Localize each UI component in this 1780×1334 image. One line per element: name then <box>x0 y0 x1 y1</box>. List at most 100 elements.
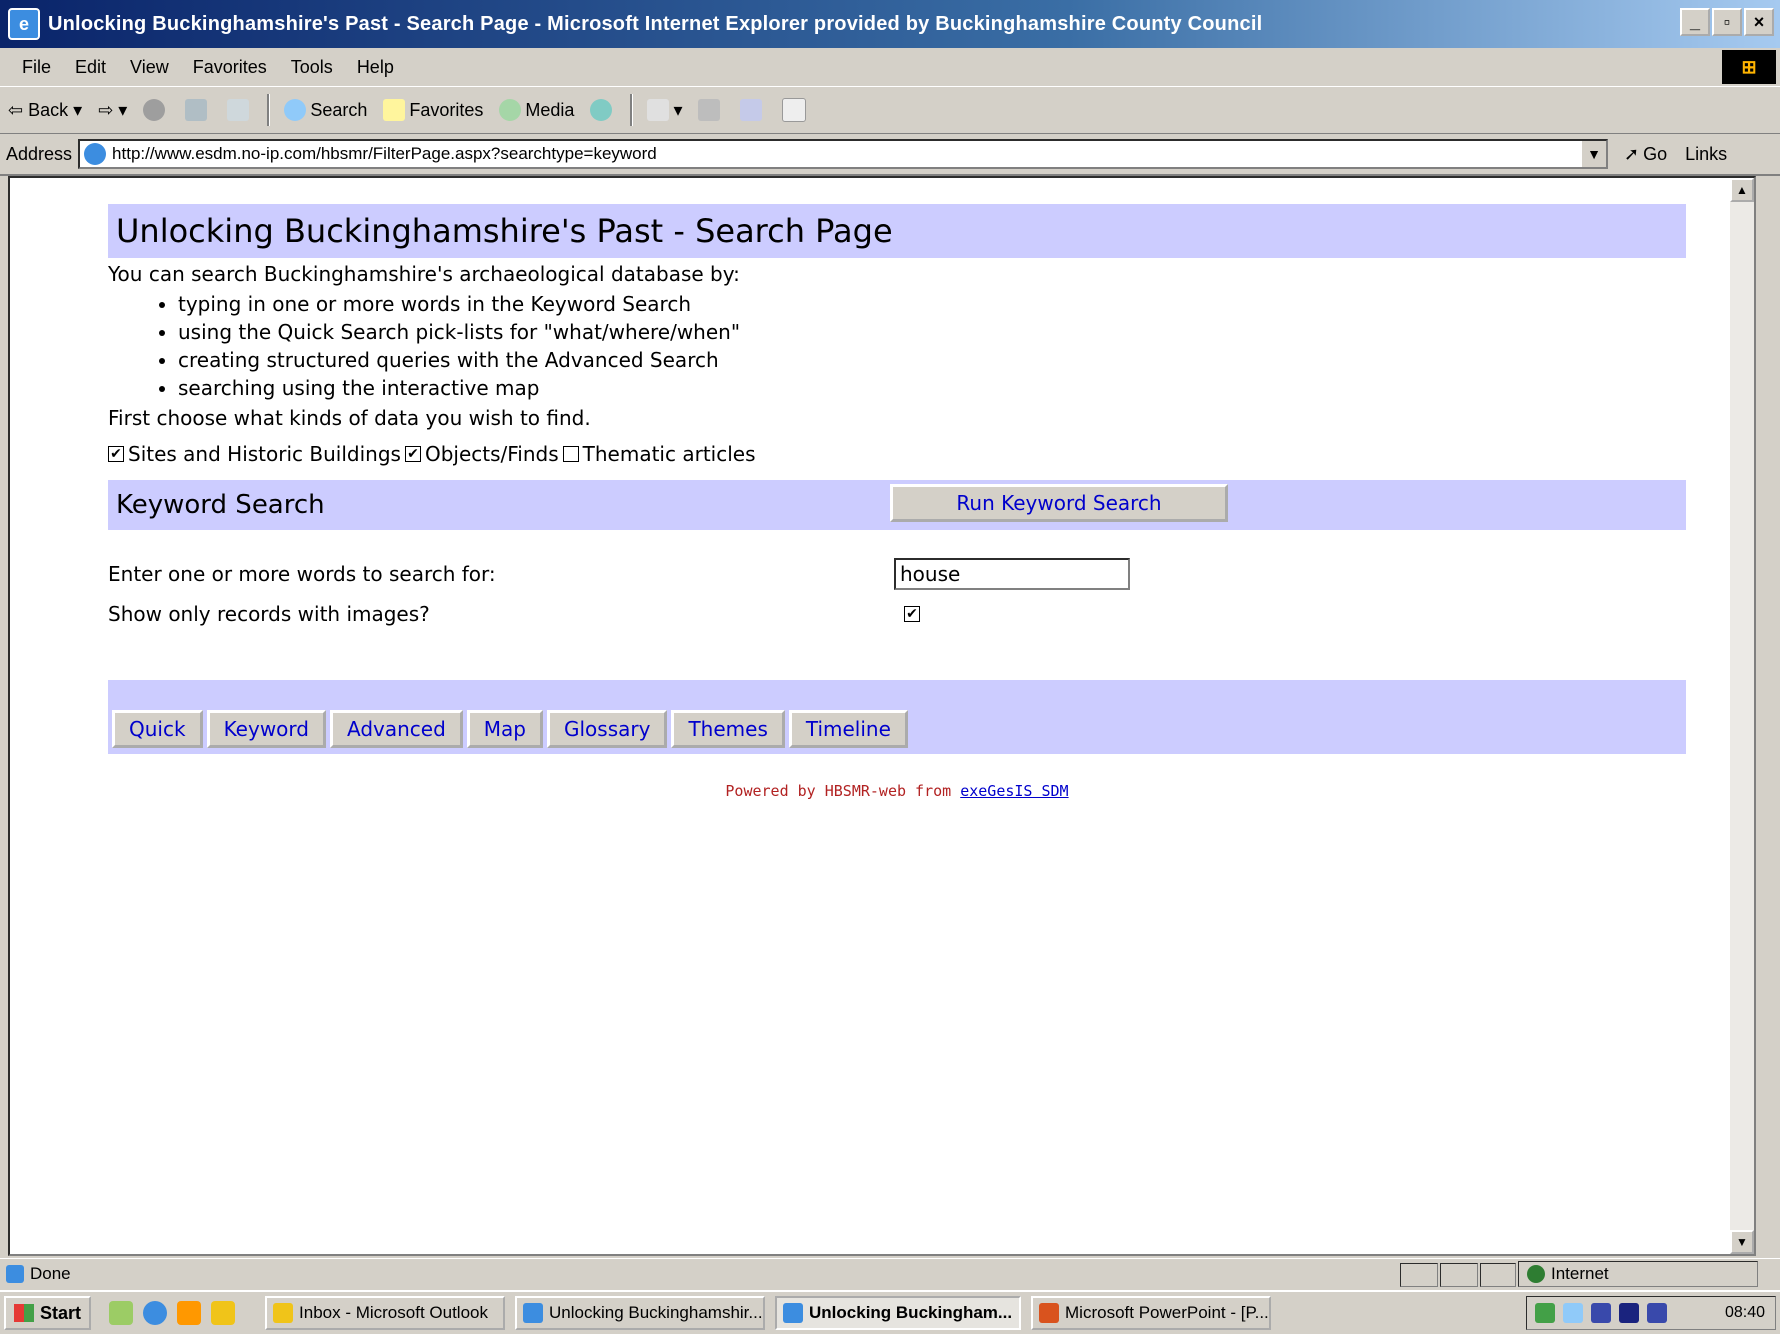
history-button[interactable] <box>582 99 624 121</box>
menu-favorites[interactable]: Favorites <box>181 57 279 78</box>
go-label: Go <box>1643 143 1668 164</box>
zone-label: Internet <box>1551 1264 1609 1283</box>
back-button[interactable]: ⇦ Back ▾ <box>0 100 90 121</box>
nav-timeline-button[interactable]: Timeline <box>788 710 908 748</box>
refresh-icon <box>185 99 208 121</box>
window-title: Unlocking Buckinghamshire's Past - Searc… <box>48 12 1263 35</box>
images-only-checkbox[interactable]: ✔ <box>904 606 920 622</box>
menu-view[interactable]: View <box>118 57 181 78</box>
objects-label: Objects/Finds <box>424 442 559 466</box>
network-icon[interactable] <box>1563 1303 1583 1323</box>
start-button[interactable]: Start <box>4 1296 92 1330</box>
ie-icon <box>523 1303 544 1323</box>
address-field[interactable]: http://www.esdm.no-ip.com/hbsmr/FilterPa… <box>78 139 1609 169</box>
outlook-icon <box>273 1303 294 1323</box>
media-icon <box>499 99 522 121</box>
sites-checkbox[interactable]: ✔ <box>108 446 124 462</box>
stop-icon <box>143 99 166 121</box>
thematic-label: Thematic articles <box>582 442 756 466</box>
keyword-input[interactable] <box>894 558 1130 590</box>
clock: 08:40 <box>1724 1304 1765 1321</box>
nav-themes-button[interactable]: Themes <box>671 710 785 748</box>
mail-button[interactable]: ▾ <box>639 99 690 121</box>
search-icon <box>284 99 307 121</box>
keyword-search-header: Keyword Search Run Keyword Search <box>108 480 1686 530</box>
toolbar-separator <box>267 94 271 126</box>
security-zone: Internet <box>1518 1261 1758 1287</box>
menu-help[interactable]: Help <box>345 57 406 78</box>
show-desktop-icon[interactable] <box>109 1301 134 1325</box>
go-button[interactable]: ➚ Go <box>1624 144 1667 165</box>
list-item: creating structured queries with the Adv… <box>178 346 1686 374</box>
nav-glossary-button[interactable]: Glossary <box>547 710 668 748</box>
forward-button[interactable]: ⇨ ▾ <box>90 100 135 121</box>
media-button[interactable]: Media <box>491 99 582 121</box>
task-ie-2-active[interactable]: Unlocking Buckingham... <box>775 1296 1022 1330</box>
favorites-button[interactable]: Favorites <box>375 99 491 121</box>
run-keyword-search-button[interactable]: Run Keyword Search <box>890 484 1228 522</box>
keyword-label: Enter one or more words to search for: <box>108 562 496 586</box>
page-content: Unlocking Buckinghamshire's Past - Searc… <box>108 204 1686 800</box>
nav-keyword-button[interactable]: Keyword <box>206 710 326 748</box>
edit-button[interactable] <box>732 99 774 121</box>
search-button[interactable]: Search <box>276 99 375 121</box>
powered-by-footer: Powered by HBSMR-web from exeGesIS SDM <box>108 782 1686 800</box>
thematic-checkbox[interactable] <box>562 446 579 462</box>
sites-label: Sites and Historic Buildings <box>128 442 401 466</box>
menu-edit[interactable]: Edit <box>63 57 118 78</box>
ie-icon: e <box>8 8 40 40</box>
task-label: Unlocking Buckinghamshir... <box>549 1303 763 1322</box>
toolbar-separator <box>630 94 634 126</box>
shield-icon[interactable] <box>1591 1303 1611 1323</box>
nav-map-button[interactable]: Map <box>466 710 543 748</box>
task-label: Unlocking Buckingham... <box>809 1303 1013 1322</box>
menu-file[interactable]: File <box>0 57 63 78</box>
list-item: typing in one or more words in the Keywo… <box>178 290 1686 318</box>
home-button[interactable] <box>219 99 261 121</box>
scroll-up-arrow-icon[interactable]: ▲ <box>1730 178 1754 202</box>
quick-launch <box>109 1301 236 1325</box>
favorites-icon <box>383 99 406 121</box>
ie-quicklaunch-icon[interactable] <box>143 1301 168 1325</box>
outlook-quicklaunch-icon[interactable] <box>211 1301 236 1325</box>
menu-tools[interactable]: Tools <box>279 57 345 78</box>
browser-toolbar: ⇦ Back ▾ ⇨ ▾ Search Favorites Media ▾ <box>0 87 1780 134</box>
exegesis-link[interactable]: exeGesIS SDM <box>960 782 1068 800</box>
task-ie-1[interactable]: Unlocking Buckinghamshir... <box>515 1296 766 1330</box>
task-outlook[interactable]: Inbox - Microsoft Outlook <box>265 1296 506 1330</box>
nav-quick-button[interactable]: Quick <box>112 710 203 748</box>
discuss-button[interactable] <box>774 98 818 122</box>
images-row: Show only records with images? ✔ <box>108 594 1686 634</box>
discuss-icon <box>782 98 807 122</box>
vertical-scrollbar[interactable]: ▲ ▼ <box>1730 178 1754 1254</box>
close-button[interactable]: × <box>1744 8 1774 36</box>
status-done: Done <box>6 1264 71 1284</box>
task-label: Inbox - Microsoft Outlook <box>299 1303 488 1322</box>
links-button[interactable]: Links <box>1685 144 1727 165</box>
back-label: Back <box>28 99 69 120</box>
edit-icon <box>740 99 763 121</box>
maximize-button[interactable]: ▫ <box>1712 8 1742 36</box>
task-powerpoint[interactable]: Microsoft PowerPoint - [P... <box>1031 1296 1272 1330</box>
ie-icon <box>783 1303 804 1323</box>
scroll-down-arrow-icon[interactable]: ▼ <box>1730 1230 1754 1254</box>
print-button[interactable] <box>690 99 732 121</box>
antivirus-icon[interactable] <box>1535 1303 1555 1323</box>
media-label: Media <box>525 99 575 120</box>
status-text: Done <box>30 1264 71 1283</box>
page-done-icon <box>6 1265 24 1283</box>
stop-button[interactable] <box>135 99 177 121</box>
minimize-button[interactable]: _ <box>1680 8 1710 36</box>
address-dropdown-button[interactable]: ▼ <box>1580 141 1607 167</box>
nav-advanced-button[interactable]: Advanced <box>329 710 463 748</box>
home-icon <box>227 99 250 121</box>
page-viewport: Unlocking Buckinghamshire's Past - Searc… <box>8 176 1756 1256</box>
search-label: Search <box>310 99 368 120</box>
objects-checkbox[interactable]: ✔ <box>404 446 421 462</box>
refresh-button[interactable] <box>177 99 219 121</box>
window-title-bar: e Unlocking Buckinghamshire's Past - Sea… <box>0 0 1780 48</box>
language-icon[interactable] <box>1619 1303 1639 1323</box>
search-methods-list: typing in one or more words in the Keywo… <box>108 290 1686 402</box>
shield-icon[interactable] <box>1647 1303 1667 1323</box>
media-player-icon[interactable] <box>177 1301 202 1325</box>
